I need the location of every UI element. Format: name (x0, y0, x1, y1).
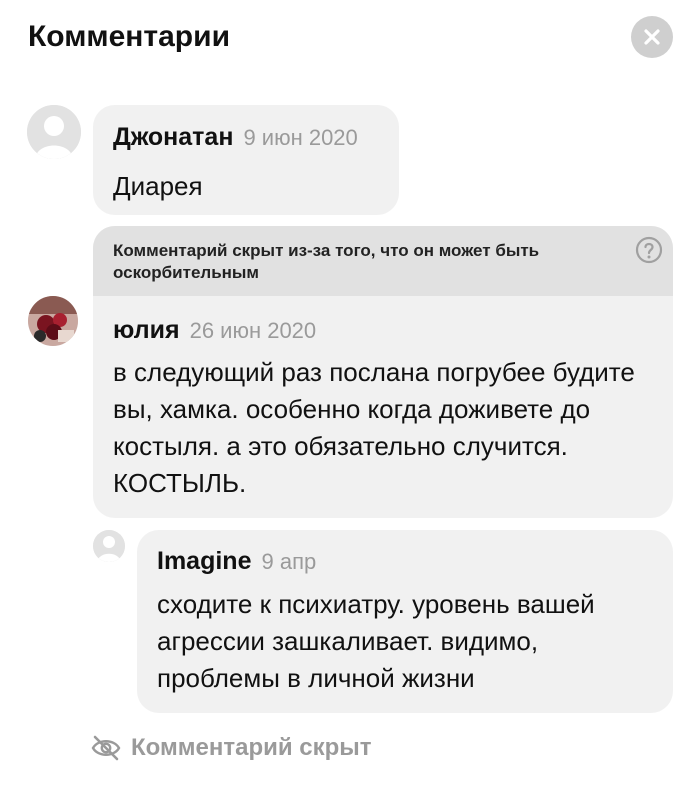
help-icon[interactable] (635, 236, 663, 264)
page-title: Комментарии (28, 20, 231, 53)
hidden-comment-notice: Комментарий скрыт из-за того, что он мож… (113, 241, 540, 282)
avatar[interactable] (27, 105, 81, 159)
comment-author[interactable]: Джонатан (113, 123, 233, 151)
comment-date: 9 апр (261, 549, 317, 574)
comment-date: 26 июн 2020 (189, 318, 317, 343)
avatar[interactable] (28, 296, 78, 346)
comment: Комментарий скрыт из-за того, что он мож… (93, 226, 673, 518)
comment-date: 9 июн 2020 (243, 125, 358, 150)
avatar[interactable] (93, 530, 125, 562)
comment-text: в следующий раз послана погрубее будите … (113, 357, 635, 498)
comment: Imagine 9 апр сходите к психиатру. уровен… (137, 530, 673, 713)
eye-off-icon (91, 735, 121, 761)
comment-text: сходите к психиатру. уровень вашей агрес… (157, 589, 595, 693)
close-icon (644, 29, 660, 45)
comment-author[interactable]: юлия (113, 316, 180, 344)
comment: Джонатан 9 июн 2020 Диарея (93, 105, 399, 215)
hidden-comment-toggle[interactable]: Комментарий скрыт (91, 732, 372, 764)
hidden-comment-banner[interactable]: Комментарий скрыт из-за того, что он мож… (93, 226, 673, 296)
close-button[interactable] (631, 16, 673, 58)
comment-text: Диарея (113, 171, 203, 201)
comment-author[interactable]: Imagine (157, 547, 251, 575)
hidden-comment-label: Комментарий скрыт (131, 734, 372, 761)
